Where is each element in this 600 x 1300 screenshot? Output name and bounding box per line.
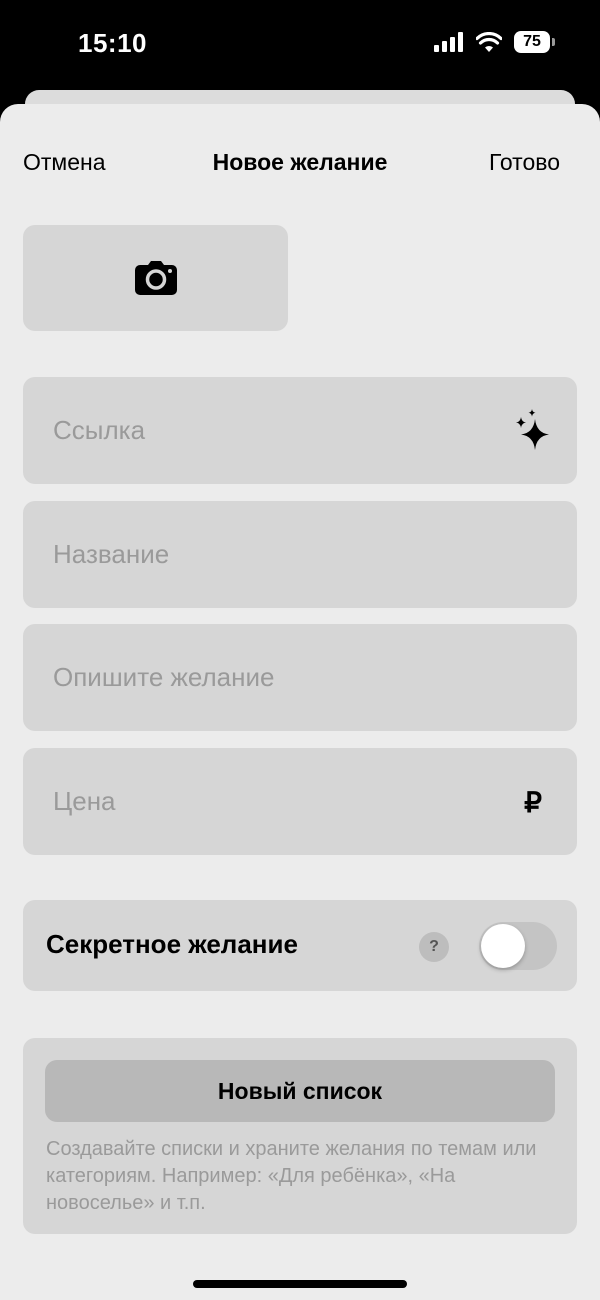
description-input[interactable] xyxy=(53,624,493,731)
secret-wish-row: Секретное желание ? xyxy=(23,900,577,991)
navigation-bar: Отмена Новое желание Готово xyxy=(0,104,600,224)
new-wish-sheet: Отмена Новое желание Готово ₽ Секретное xyxy=(0,104,600,1300)
title-field[interactable] xyxy=(23,501,577,608)
home-indicator[interactable] xyxy=(193,1280,407,1288)
status-time: 15:10 xyxy=(78,28,147,58)
ruble-icon: ₽ xyxy=(524,786,542,818)
toggle-knob[interactable] xyxy=(481,924,525,968)
sparkles-icon[interactable] xyxy=(513,409,553,453)
secret-wish-toggle[interactable] xyxy=(479,922,557,970)
wifi-icon xyxy=(476,32,502,52)
lists-hint: Создавайте списки и храните желания по т… xyxy=(46,1138,537,1214)
link-field[interactable] xyxy=(23,377,577,484)
battery-icon: 75 xyxy=(514,31,555,53)
status-icons: 75 xyxy=(434,31,555,53)
description-field[interactable] xyxy=(23,624,577,731)
battery-level: 75 xyxy=(523,33,541,50)
signal-icon xyxy=(434,32,463,52)
title-input[interactable] xyxy=(53,501,493,608)
camera-icon xyxy=(134,261,177,295)
link-input[interactable] xyxy=(53,377,493,484)
price-input[interactable] xyxy=(53,748,493,855)
lists-card: Новый список Создавайте списки и храните… xyxy=(23,1038,577,1234)
secret-wish-label: Секретное желание xyxy=(46,929,298,959)
price-field[interactable]: ₽ xyxy=(23,748,577,855)
help-icon[interactable]: ? xyxy=(419,932,449,962)
status-bar: 15:10 75 xyxy=(0,0,600,90)
new-list-button[interactable]: Новый список xyxy=(45,1060,555,1122)
done-button[interactable]: Готово xyxy=(489,149,560,176)
add-photo-button[interactable] xyxy=(23,225,288,331)
